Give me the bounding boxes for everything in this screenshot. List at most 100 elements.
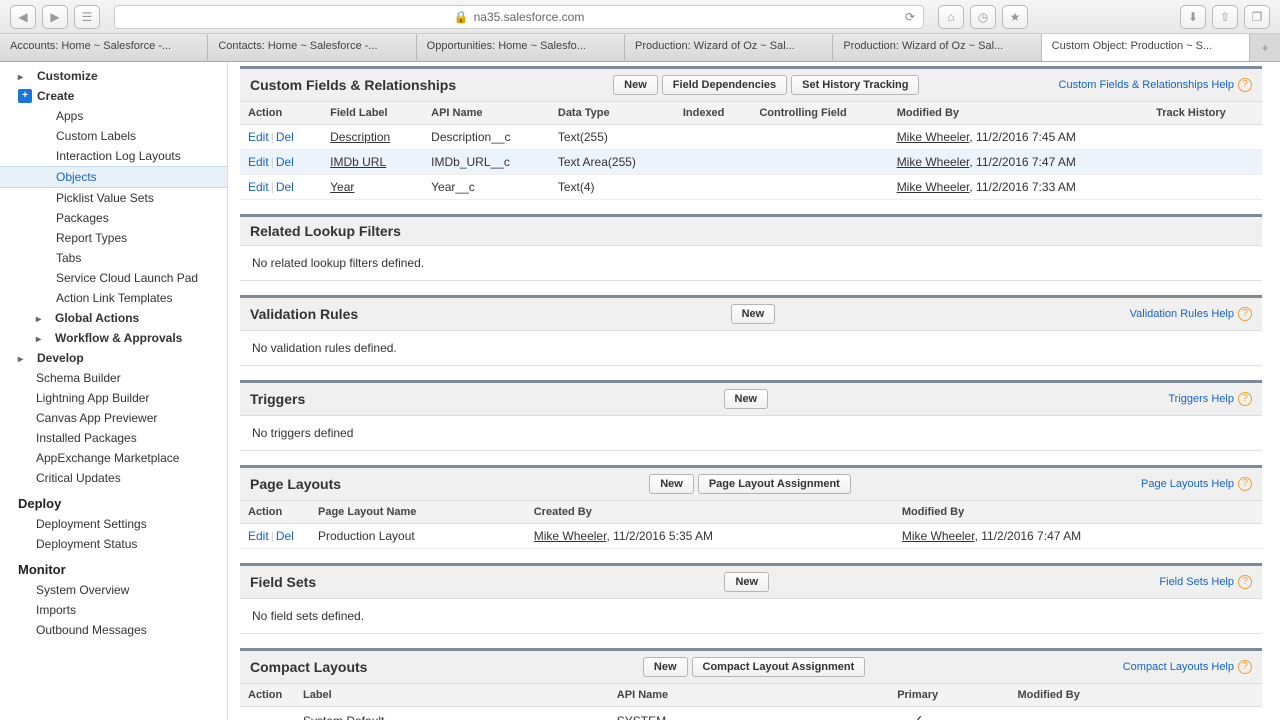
validation-empty: No validation rules defined.	[240, 331, 1262, 366]
panel-lookup-filters: Related Lookup Filters No related lookup…	[240, 214, 1262, 281]
compact-assignment-button[interactable]: Compact Layout Assignment	[692, 657, 866, 677]
sidebar-item-outbound[interactable]: Outbound Messages	[0, 620, 227, 640]
tabs-icon[interactable]: ❐	[1244, 5, 1270, 29]
modified-by-link[interactable]: Mike Wheeler	[897, 155, 970, 169]
field-label-link[interactable]: Year	[330, 180, 354, 194]
modified-by-link[interactable]: Mike Wheeler	[897, 180, 970, 194]
sidebar-item-action-templates[interactable]: Action Link Templates	[0, 288, 227, 308]
api-name: Description__c	[423, 125, 550, 150]
new-tab-button[interactable]: +	[1250, 34, 1280, 61]
data-type: Text Area(255)	[550, 150, 675, 175]
sidebar-customize[interactable]: Customize	[0, 66, 227, 86]
help-icon[interactable]: ?	[1238, 78, 1252, 92]
tab-contacts[interactable]: Contacts: Home ~ Salesforce -...	[208, 34, 416, 61]
tab-opportunities[interactable]: Opportunities: Home ~ Salesfo...	[417, 34, 625, 61]
del-link[interactable]: Del	[276, 529, 294, 543]
bookmark-icon[interactable]: ★	[1002, 5, 1028, 29]
del-link[interactable]: Del	[276, 180, 294, 194]
layouts-table: Action Page Layout Name Created By Modif…	[240, 501, 1262, 549]
sidebar-item-picklist[interactable]: Picklist Value Sets	[0, 188, 227, 208]
modified-by-link[interactable]: Mike Wheeler	[897, 130, 970, 144]
share-icon[interactable]: ⇧	[1212, 5, 1238, 29]
history-icon[interactable]: ◷	[970, 5, 996, 29]
created-by-link[interactable]: Mike Wheeler	[534, 529, 607, 543]
forward-button[interactable]: ▶	[42, 5, 68, 29]
triggers-help-link[interactable]: Triggers Help	[1168, 393, 1234, 405]
layouts-help-link[interactable]: Page Layouts Help	[1141, 478, 1234, 490]
new-validation-button[interactable]: New	[731, 304, 776, 324]
del-link[interactable]: Del	[276, 155, 294, 169]
help-icon[interactable]: ?	[1238, 477, 1252, 491]
fieldsets-help-link[interactable]: Field Sets Help	[1159, 576, 1234, 588]
col-modified-by: Modified By	[1010, 684, 1263, 707]
sidebar-item-apps[interactable]: Apps	[0, 106, 227, 126]
tab-production-2[interactable]: Production: Wizard of Oz ~ Sal...	[833, 34, 1041, 61]
home-icon[interactable]: ⌂	[938, 5, 964, 29]
field-label-link[interactable]: Description	[330, 130, 390, 144]
sidebar-item-tabs[interactable]: Tabs	[0, 248, 227, 268]
sidebar-item-objects[interactable]: Objects	[0, 166, 227, 188]
field-label-link[interactable]: IMDb URL	[330, 155, 386, 169]
layout-assignment-button[interactable]: Page Layout Assignment	[698, 474, 851, 494]
fields-help-link[interactable]: Custom Fields & Relationships Help	[1059, 79, 1234, 91]
new-fieldset-button[interactable]: New	[724, 572, 769, 592]
panel-title: Custom Fields & Relationships	[250, 77, 456, 93]
chevron-icon	[36, 331, 50, 345]
new-field-button[interactable]: New	[613, 75, 658, 95]
col-label: Field Label	[322, 102, 423, 125]
help-icon[interactable]: ?	[1238, 575, 1252, 589]
sidebar-item-installed[interactable]: Installed Packages	[0, 428, 227, 448]
help-icon[interactable]: ?	[1238, 307, 1252, 321]
panel-title: Validation Rules	[250, 306, 358, 322]
edit-link[interactable]: Edit	[248, 155, 269, 169]
sidebar-item-packages[interactable]: Packages	[0, 208, 227, 228]
reload-icon[interactable]: ⟳	[905, 10, 915, 24]
tab-accounts[interactable]: Accounts: Home ~ Salesforce -...	[0, 34, 208, 61]
table-row: Edit|Del IMDb URL IMDb_URL__c Text Area(…	[240, 150, 1262, 175]
help-icon[interactable]: ?	[1238, 660, 1252, 674]
sidebar-create[interactable]: +Create	[0, 86, 227, 106]
data-type: Text(4)	[550, 175, 675, 200]
api-name: IMDb_URL__c	[423, 150, 550, 175]
back-button[interactable]: ◀	[10, 5, 36, 29]
sidebar-item-custom-labels[interactable]: Custom Labels	[0, 126, 227, 146]
history-tracking-button[interactable]: Set History Tracking	[791, 75, 919, 95]
table-row: Edit|Del Production Layout Mike Wheeler,…	[240, 524, 1262, 549]
new-compact-button[interactable]: New	[643, 657, 688, 677]
data-type: Text(255)	[550, 125, 675, 150]
field-dependencies-button[interactable]: Field Dependencies	[662, 75, 787, 95]
download-icon[interactable]: ⬇	[1180, 5, 1206, 29]
edit-link[interactable]: Edit	[248, 529, 269, 543]
tab-custom-object[interactable]: Custom Object: Production ~ S...	[1042, 34, 1250, 61]
new-layout-button[interactable]: New	[649, 474, 694, 494]
validation-help-link[interactable]: Validation Rules Help	[1130, 308, 1234, 320]
sidebar-develop[interactable]: Develop	[0, 348, 227, 368]
help-icon[interactable]: ?	[1238, 392, 1252, 406]
sidebar-item-schema[interactable]: Schema Builder	[0, 368, 227, 388]
sidebar-item-system-overview[interactable]: System Overview	[0, 580, 227, 600]
sidebar-item-report-types[interactable]: Report Types	[0, 228, 227, 248]
edit-link[interactable]: Edit	[248, 180, 269, 194]
panel-title: Triggers	[250, 391, 305, 407]
sidebar-workflow[interactable]: Workflow & Approvals	[0, 328, 227, 348]
api-name: Year__c	[423, 175, 550, 200]
new-trigger-button[interactable]: New	[724, 389, 769, 409]
sidebar-item-lightning[interactable]: Lightning App Builder	[0, 388, 227, 408]
sidebar-global-actions[interactable]: Global Actions	[0, 308, 227, 328]
compact-help-link[interactable]: Compact Layouts Help	[1123, 661, 1234, 673]
sidebar-item-imports[interactable]: Imports	[0, 600, 227, 620]
del-link[interactable]: Del	[276, 130, 294, 144]
sidebar-toggle[interactable]: ☰	[74, 5, 100, 29]
address-bar[interactable]: 🔒 na35.salesforce.com ⟳	[114, 5, 924, 29]
edit-link[interactable]: Edit	[248, 130, 269, 144]
sidebar-item-deploy-status[interactable]: Deployment Status	[0, 534, 227, 554]
sidebar-item-service-cloud[interactable]: Service Cloud Launch Pad	[0, 268, 227, 288]
sidebar-item-appexchange[interactable]: AppExchange Marketplace	[0, 448, 227, 468]
tab-production-1[interactable]: Production: Wizard of Oz ~ Sal...	[625, 34, 833, 61]
sidebar-item-deploy-settings[interactable]: Deployment Settings	[0, 514, 227, 534]
sidebar-item-interaction-log[interactable]: Interaction Log Layouts	[0, 146, 227, 166]
sidebar-item-critical[interactable]: Critical Updates	[0, 468, 227, 488]
modified-by-link[interactable]: Mike Wheeler	[902, 529, 975, 543]
compact-label-link[interactable]: System Default	[303, 714, 384, 720]
sidebar-item-canvas[interactable]: Canvas App Previewer	[0, 408, 227, 428]
